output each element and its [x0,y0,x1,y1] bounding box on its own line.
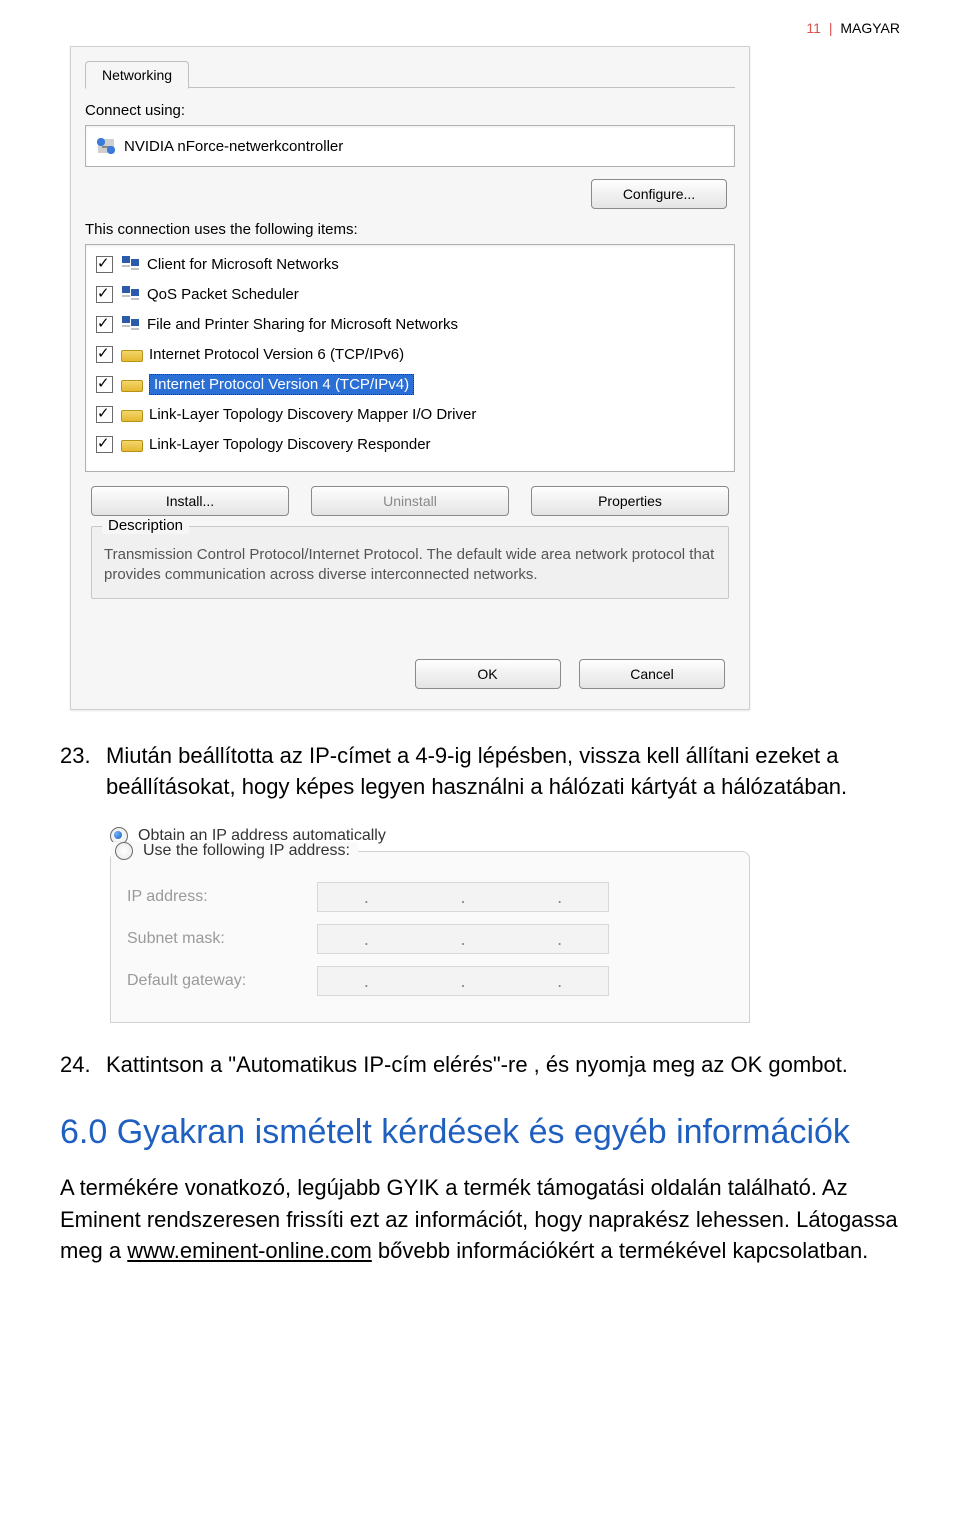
list-item[interactable]: Link-Layer Topology Discovery Responder [86,429,734,459]
list-item-label: Internet Protocol Version 4 (TCP/IPv4) [149,374,414,395]
uninstall-button: Uninstall [311,486,509,516]
ip-settings-pane: Obtain an IP address automatically Use t… [110,827,750,1023]
protocol-icon [121,410,143,422]
list-item-label: File and Printer Sharing for Microsoft N… [147,316,458,333]
networking-dialog: Networking Connect using: NVIDIA nForce-… [70,46,750,710]
list-item[interactable]: Client for Microsoft Networks [86,249,734,279]
doc-step-24: 24. Kattintson a "Automatikus IP-cím elé… [60,1049,900,1081]
checkbox-icon[interactable] [96,256,113,273]
cancel-button[interactable]: Cancel [579,659,725,689]
connect-using-label: Connect using: [85,102,735,119]
client-icon [121,255,141,273]
radio-off-icon[interactable] [115,842,133,860]
radio-manual-label: Use the following IP address: [143,842,350,860]
tab-networking[interactable]: Networking [85,61,189,89]
adapter-icon [96,137,116,155]
checkbox-icon[interactable] [96,346,113,363]
default-gateway-label: Default gateway: [127,972,317,990]
manual-ip-frame: Use the following IP address: IP address… [110,851,750,1023]
description-label: Description [102,517,189,534]
checkbox-icon[interactable] [96,316,113,333]
ip-address-field: ... [317,882,609,912]
checkbox-icon[interactable] [96,406,113,423]
list-item-label: Link-Layer Topology Discovery Responder [149,436,431,453]
uses-items-label: This connection uses the following items… [85,221,735,238]
checkbox-icon[interactable] [96,436,113,453]
step-text: Kattintson a "Automatikus IP-cím elérés"… [106,1049,900,1081]
dialog-tabstrip: Networking [85,57,735,88]
list-item[interactable]: File and Printer Sharing for Microsoft N… [86,309,734,339]
ip-address-label: IP address: [127,888,317,906]
radio-manual-ip[interactable]: Use the following IP address: [111,842,358,860]
description-groupbox: Description Transmission Control Protoco… [91,526,729,599]
list-item-label: Internet Protocol Version 6 (TCP/IPv6) [149,346,404,363]
section-body: A termékére vonatkozó, legújabb GYIK a t… [60,1172,900,1268]
adapter-name: NVIDIA nForce-netwerkcontroller [124,138,343,155]
step-number: 24. [60,1049,106,1081]
list-item-selected[interactable]: Internet Protocol Version 4 (TCP/IPv4) [86,369,734,399]
checkbox-icon[interactable] [96,376,113,393]
description-text: Transmission Control Protocol/Internet P… [104,545,716,586]
install-button[interactable]: Install... [91,486,289,516]
step-number: 23. [60,740,106,804]
subnet-mask-field: ... [317,924,609,954]
ok-button[interactable]: OK [415,659,561,689]
protocol-icon [121,440,143,452]
step-text: Miután beállította az IP-címet a 4-9-ig … [106,740,900,804]
list-item[interactable]: Internet Protocol Version 6 (TCP/IPv6) [86,339,734,369]
properties-button[interactable]: Properties [531,486,729,516]
section-heading: 6.0 Gyakran ismételt kérdések és egyéb i… [60,1111,900,1154]
default-gateway-field: ... [317,966,609,996]
page-number: 11 [806,20,821,36]
checkbox-icon[interactable] [96,286,113,303]
page-lang: MAGYAR [840,20,900,36]
body-text-post: bővebb információkért a termékével kapcs… [372,1238,868,1263]
list-item-label: Link-Layer Topology Discovery Mapper I/O… [149,406,476,423]
list-item-label: Client for Microsoft Networks [147,256,339,273]
eminent-link[interactable]: www.eminent-online.com [127,1238,372,1263]
adapter-box: NVIDIA nForce-netwerkcontroller [85,125,735,167]
protocol-icon [121,350,143,362]
subnet-mask-label: Subnet mask: [127,930,317,948]
configure-button[interactable]: Configure... [591,179,727,209]
list-item[interactable]: Link-Layer Topology Discovery Mapper I/O… [86,399,734,429]
protocol-icon [121,380,143,392]
list-item-label: QoS Packet Scheduler [147,286,299,303]
doc-step-23: 23. Miután beállította az IP-címet a 4-9… [60,740,900,804]
connection-items-list[interactable]: Client for Microsoft Networks QoS Packet… [85,244,735,472]
page-header: 11 | MAGYAR [60,20,900,36]
fileprint-icon [121,315,141,333]
qos-icon [121,285,141,303]
list-item[interactable]: QoS Packet Scheduler [86,279,734,309]
